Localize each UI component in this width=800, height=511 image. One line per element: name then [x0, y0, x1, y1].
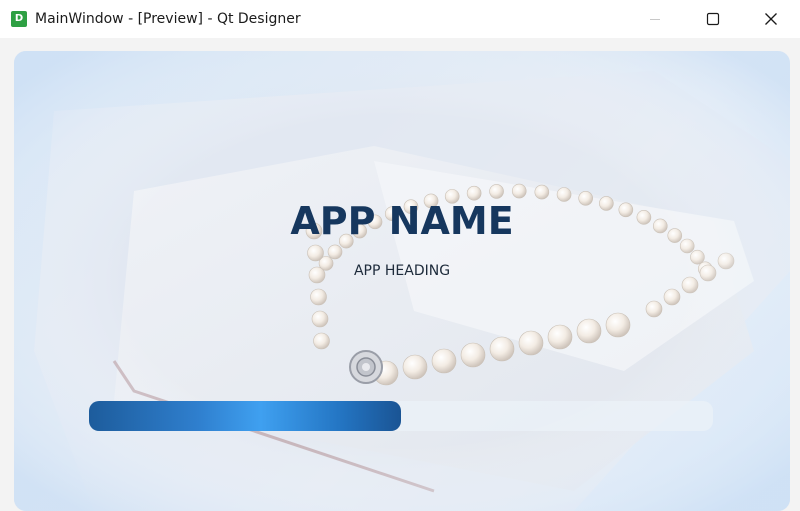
window-title: MainWindow - [Preview] - Qt Designer	[35, 11, 301, 27]
app-icon-letter: D	[14, 13, 24, 24]
app-name-title: APP NAME	[290, 199, 514, 243]
splash-screen: APP NAME APP HEADING	[14, 51, 790, 511]
minimize-button[interactable]	[626, 0, 684, 38]
progress-bar-fill	[89, 401, 401, 431]
minimize-icon	[650, 19, 660, 20]
close-button[interactable]	[742, 0, 800, 38]
close-icon	[765, 13, 777, 25]
maximize-icon	[706, 12, 720, 26]
progress-bar	[89, 401, 713, 431]
pearl-necklace-background-image	[14, 51, 790, 511]
maximize-button[interactable]	[684, 0, 742, 38]
main-window: D MainWindow - [Preview] - Qt Designer A…	[0, 0, 800, 511]
qt-designer-app-icon: D	[11, 11, 27, 27]
caption-buttons	[626, 0, 800, 38]
title-bar[interactable]: D MainWindow - [Preview] - Qt Designer	[0, 0, 800, 38]
client-area: APP NAME APP HEADING	[0, 38, 800, 511]
app-heading: APP HEADING	[353, 263, 451, 279]
